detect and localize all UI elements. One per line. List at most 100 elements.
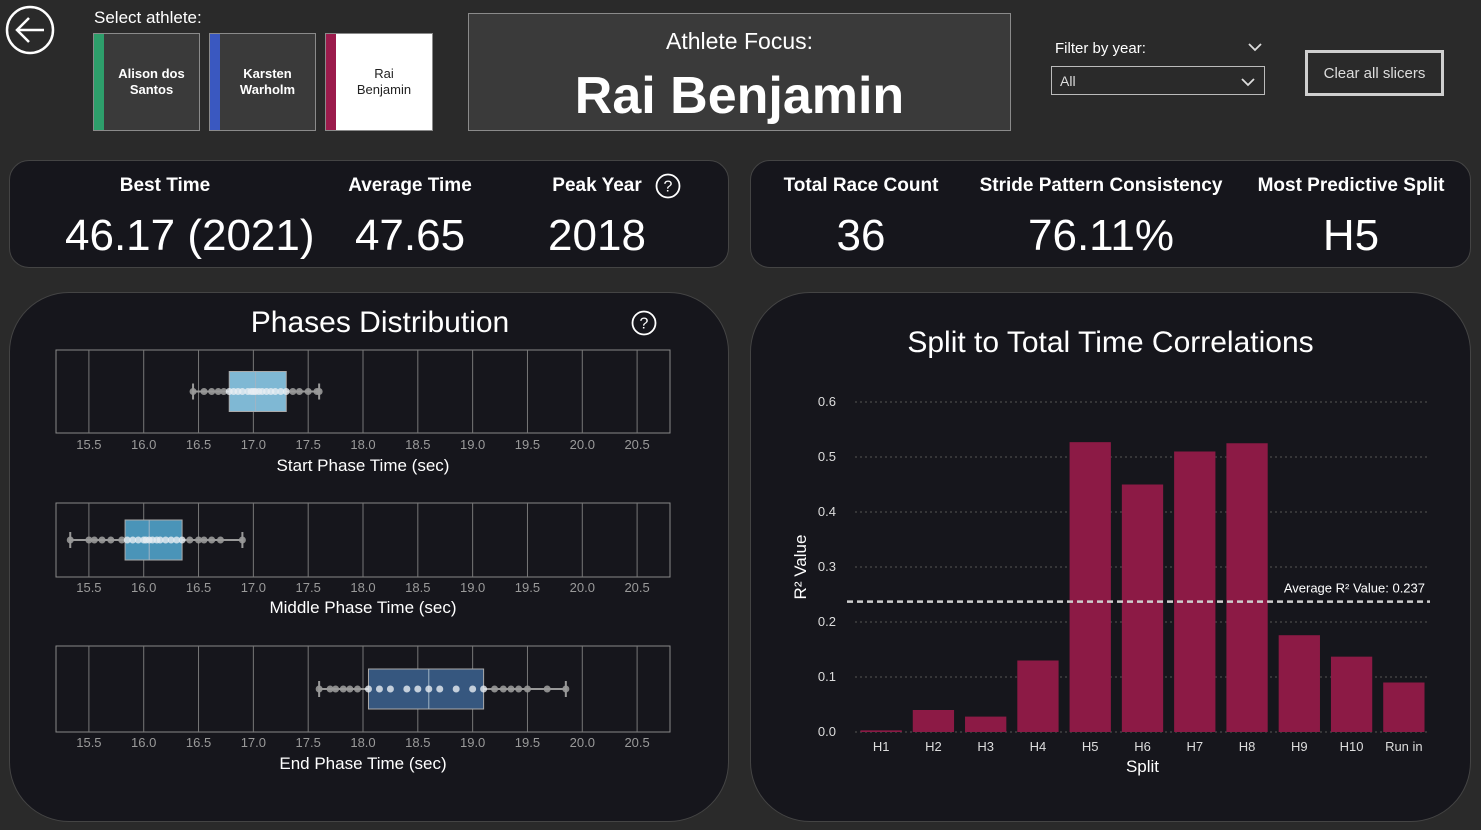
kpi-value: 76.11%: [1028, 211, 1174, 260]
boxplot-2: 15.5 16.0 16.5 17.0 17.5 18.0 18.5 19.0 19.5 20.0…: [55, 502, 671, 617]
x-tick-label: H2: [925, 739, 942, 754]
data-point: [178, 536, 186, 544]
x-tick-label: H8: [1239, 739, 1256, 754]
x-tick-label: 17.0: [241, 735, 266, 750]
x-tick-label: 16.5: [186, 580, 211, 595]
data-point: [414, 685, 422, 693]
data-point: [354, 685, 362, 693]
x-tick-label: 17.5: [296, 735, 321, 750]
year-filter-dropdown[interactable]: All: [1051, 66, 1265, 95]
x-tick-label: 16.0: [131, 580, 156, 595]
x-tick-label: 18.0: [350, 735, 375, 750]
x-tick-label: H10: [1340, 739, 1364, 754]
y-tick-label: 0.0: [818, 724, 836, 739]
data-point: [208, 536, 216, 544]
x-tick-label: 19.0: [460, 735, 485, 750]
data-point: [238, 536, 246, 544]
bar-h10: [1330, 656, 1373, 732]
x-tick-label: 19.0: [460, 580, 485, 595]
x-tick-label: 18.5: [405, 580, 430, 595]
data-point: [425, 685, 433, 693]
x-tick-label: H7: [1186, 739, 1203, 754]
bar-h6: [1121, 484, 1164, 732]
data-point: [98, 536, 106, 544]
x-tick-label: 20.0: [570, 580, 595, 595]
x-axis-title: Split: [1126, 757, 1159, 776]
data-point: [452, 685, 460, 693]
x-tick-label: 19.0: [460, 437, 485, 452]
data-point: [189, 388, 197, 395]
x-tick-label: H1: [873, 739, 890, 754]
data-point: [289, 388, 297, 395]
x-tick-label: 16.5: [186, 735, 211, 750]
data-point: [282, 388, 290, 395]
filter-year-label: Filter by year:: [1055, 40, 1146, 57]
data-point: [200, 388, 208, 395]
x-tick-label: 17.0: [241, 580, 266, 595]
bar-h3: [965, 716, 1007, 732]
x-tick-label: H4: [1030, 739, 1047, 754]
kpi-value: 36: [836, 211, 886, 260]
data-point: [107, 536, 115, 544]
reference-line-label: Average R² Value: 0.237: [1284, 581, 1425, 596]
data-point: [90, 536, 98, 544]
chevron-down-icon: [1241, 78, 1255, 87]
x-tick-label: H9: [1291, 739, 1308, 754]
x-tick-label: 18.0: [350, 437, 375, 452]
x-tick-label: 18.5: [405, 735, 430, 750]
data-point: [491, 685, 499, 693]
boxplot-1: 15.5 16.0 16.5 17.0 17.5 18.0 18.5 19.0 19.5 20.0…: [55, 349, 671, 475]
x-tick-label: H5: [1082, 739, 1099, 754]
x-tick-label: 16.5: [186, 437, 211, 452]
y-tick-label: 0.3: [818, 559, 836, 574]
phases-boxplots: 15.5 16.0 16.5 17.0 17.5 18.0 18.5 19.0 19.5 20.0…: [55, 349, 671, 773]
year-filter-value: All: [1060, 73, 1076, 89]
x-tick-label: 20.0: [570, 735, 595, 750]
x-axis-label: End Phase Time (sec): [279, 754, 446, 773]
kpi-label: Total Race Count: [783, 175, 939, 196]
data-point: [436, 685, 444, 693]
clear-slicers-button[interactable]: Clear all slicers: [1305, 50, 1444, 96]
data-point: [403, 685, 411, 693]
x-axis-label: Middle Phase Time (sec): [269, 598, 456, 617]
y-axis-title: R² Value: [791, 535, 810, 600]
data-point: [507, 685, 515, 693]
y-tick-label: 0.5: [818, 449, 836, 464]
bar-h1: [860, 730, 902, 732]
x-tick-label: 15.5: [76, 735, 101, 750]
data-point: [186, 536, 194, 544]
bar-h9: [1278, 635, 1320, 732]
bar-h2: [912, 710, 955, 732]
bar-run-in: [1383, 682, 1425, 732]
x-tick-label: 17.5: [296, 580, 321, 595]
data-point: [295, 388, 303, 395]
x-tick-label: 18.0: [350, 580, 375, 595]
data-point: [200, 536, 208, 544]
kpi-panel-race: Total Race Count 36 Stride Pattern Consi…: [750, 160, 1471, 268]
x-tick-label: 20.5: [624, 437, 649, 452]
bar-h5: [1069, 442, 1111, 732]
data-point: [208, 388, 216, 395]
split-correlation-chart: 0.0 0.1 0.2 0.3 0.4 0.5 0.6 H1 H2 H3 H4 H5 H6 H7 H8 H9 H…: [791, 394, 1430, 776]
data-point: [375, 685, 383, 693]
data-point: [346, 685, 354, 693]
kpi-value: H5: [1322, 211, 1380, 260]
kpi-label: Most Predictive Split: [1257, 175, 1445, 196]
x-tick-label: 18.5: [405, 437, 430, 452]
data-point: [339, 685, 347, 693]
bar-h8: [1226, 443, 1268, 732]
y-tick-label: 0.6: [818, 394, 836, 409]
data-point: [66, 536, 74, 544]
x-tick-label: 16.0: [131, 735, 156, 750]
chevron-down-icon[interactable]: [1247, 41, 1263, 53]
x-tick-label: 20.0: [570, 437, 595, 452]
data-point: [315, 685, 323, 693]
data-point: [315, 388, 323, 395]
data-point: [562, 685, 570, 693]
data-point: [543, 685, 551, 693]
bar-h4: [1017, 660, 1059, 732]
x-tick-label: 19.5: [515, 735, 540, 750]
kpi-label: Stride Pattern Consistency: [979, 175, 1223, 196]
x-tick-label: 20.5: [624, 580, 649, 595]
x-tick-label: 17.0: [241, 437, 266, 452]
